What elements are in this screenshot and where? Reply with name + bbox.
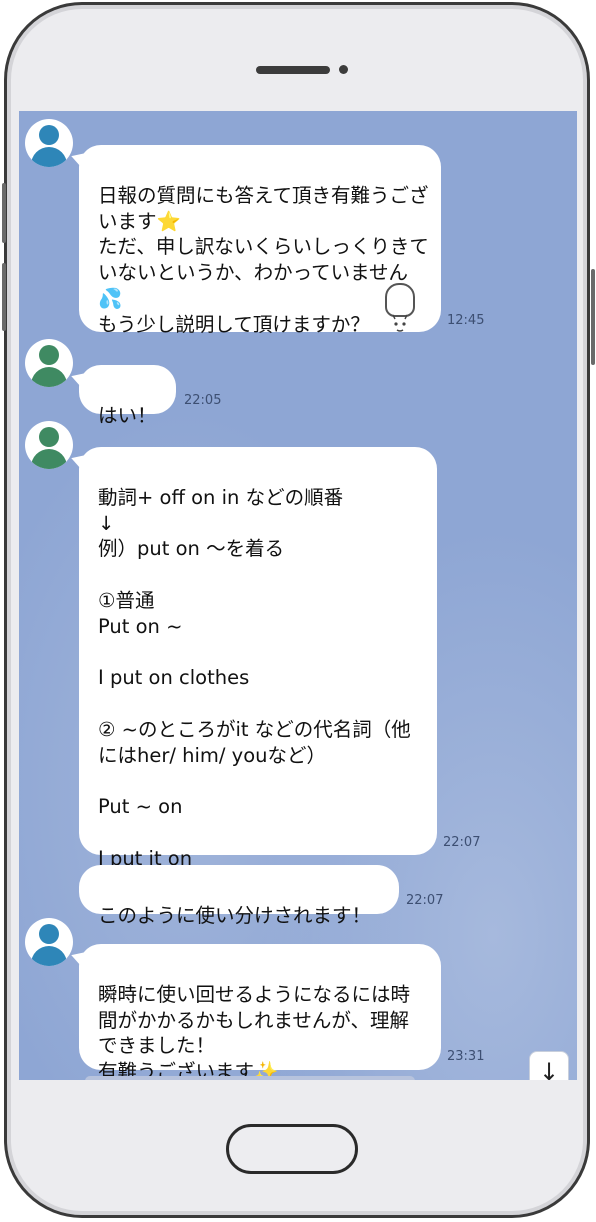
home-button[interactable]	[226, 1124, 358, 1174]
avatar-head	[39, 345, 59, 365]
side-button-left-2	[2, 263, 6, 331]
input-bar-edge	[85, 1076, 415, 1080]
timestamp: 23:31	[447, 1049, 485, 1064]
message-text: このように使い分けされます！	[98, 903, 372, 927]
scroll-to-bottom-button[interactable]: ↓	[529, 1051, 569, 1080]
front-camera	[339, 65, 348, 74]
timestamp: 22:07	[443, 835, 481, 850]
avatar-green[interactable]	[25, 339, 73, 387]
timestamp: 12:45	[447, 313, 485, 328]
message-bubble[interactable]: 動詞+ off on in などの順番 ↓ 例）put on 〜を着る ①普通 …	[79, 447, 437, 870]
avatar-body	[31, 147, 67, 167]
avatar-body	[31, 946, 67, 966]
avatar-green[interactable]	[25, 421, 73, 469]
avatar-body	[31, 449, 67, 469]
message-bubble[interactable]: 日報の質問にも答えて頂き有難うございます⭐ ただ、申し訳ないくらいしっくりきてい…	[79, 145, 441, 336]
avatar-head	[39, 427, 59, 447]
message-bubble[interactable]: このように使い分けされます！	[79, 865, 399, 927]
avatar-head	[39, 924, 59, 944]
side-button-left	[2, 183, 6, 243]
avatar-head	[39, 125, 59, 145]
message-bubble[interactable]: はい！	[79, 365, 176, 427]
message-text: 瞬時に使い回せるようになるには時間がかかるかもしれませんが、理解できました！ 有…	[98, 982, 411, 1080]
message-text: 動詞+ off on in などの順番 ↓ 例）put on 〜を着る ①普通 …	[98, 485, 411, 870]
timestamp: 22:05	[184, 393, 222, 408]
message-bubble[interactable]: 瞬時に使い回せるようになるには時間がかかるかもしれませんが、理解できました！ 有…	[79, 944, 441, 1080]
message-text: はい！	[98, 403, 157, 427]
avatar-blue[interactable]	[25, 918, 73, 966]
avatar-blue[interactable]	[25, 119, 73, 167]
message-text: 日報の質問にも答えて頂き有難うございます⭐ ただ、申し訳ないくらいしっくりきてい…	[98, 183, 429, 336]
speaker-grille	[256, 66, 330, 74]
timestamp: 22:07	[406, 893, 444, 908]
arrow-down-icon: ↓	[538, 1058, 560, 1080]
chat-screen[interactable]: 日報の質問にも答えて頂き有難うございます⭐ ただ、申し訳ないくらいしっくりきてい…	[19, 111, 577, 1080]
face-sticker-icon	[385, 283, 415, 332]
avatar-body	[31, 367, 67, 387]
side-button-right	[591, 269, 595, 365]
